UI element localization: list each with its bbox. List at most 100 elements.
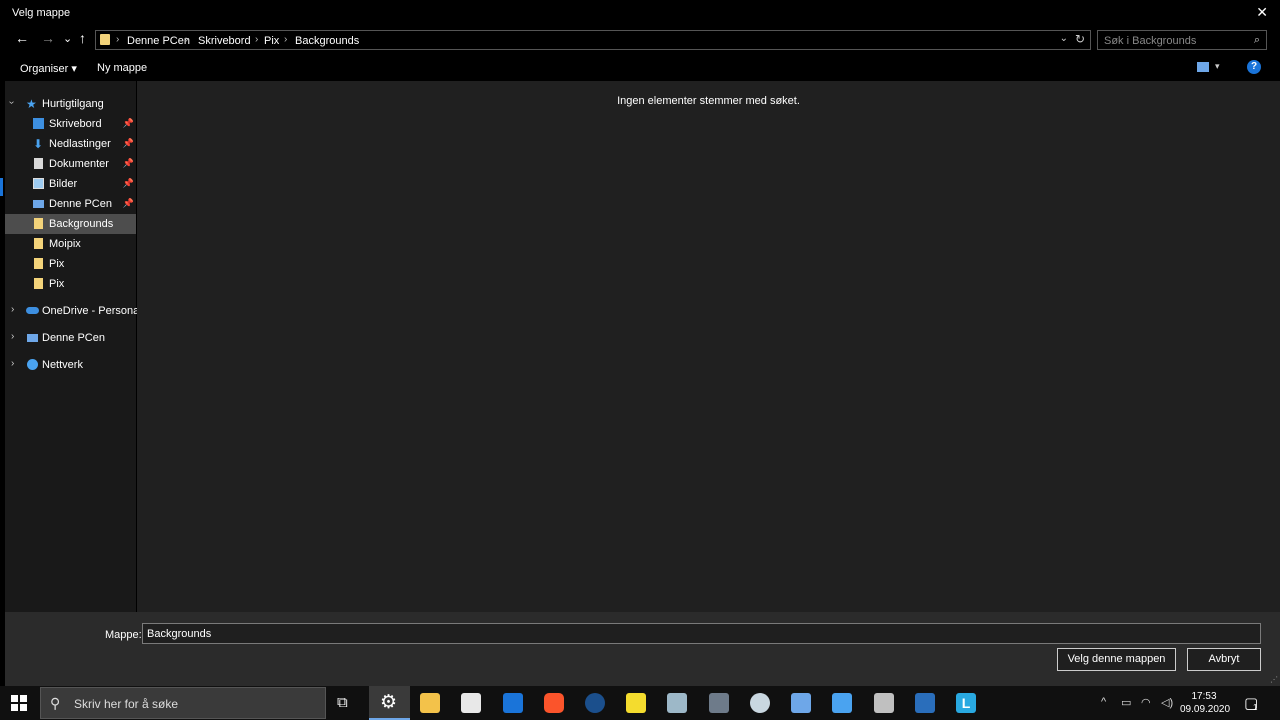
- sidebar-item-label: Skrivebord: [49, 118, 102, 130]
- sidebar-item-hurtigtilgang[interactable]: › ★ Hurtigtilgang: [5, 94, 136, 114]
- sidebar-item-pix[interactable]: Pix: [5, 274, 136, 294]
- empty-message: Ingen elementer stemmer med søket.: [617, 95, 800, 107]
- brave-browser-icon[interactable]: [544, 693, 564, 713]
- computer-icon[interactable]: [791, 693, 811, 713]
- folder-name-value: Backgrounds: [147, 628, 212, 640]
- address-bar[interactable]: › Denne PCen › Skrivebord › Pix › Backgr…: [95, 30, 1091, 50]
- title-bar: Velg mappe ✕: [0, 0, 1280, 26]
- windows-start-icon[interactable]: [11, 695, 27, 711]
- close-icon[interactable]: ✕: [1256, 4, 1268, 21]
- search-input[interactable]: Søk i Backgrounds ⌕: [1097, 30, 1267, 50]
- scroll-indicator: [0, 178, 3, 196]
- wifi-icon[interactable]: ◠: [1141, 696, 1151, 709]
- select-folder-button[interactable]: Velg denne mappen: [1057, 648, 1176, 671]
- chevron-up-icon[interactable]: ^: [1101, 696, 1106, 708]
- mail-icon[interactable]: [503, 693, 523, 713]
- cancel-button[interactable]: Avbryt: [1187, 648, 1261, 671]
- refresh-icon[interactable]: ↻: [1075, 32, 1085, 46]
- pin-icon[interactable]: 📌: [123, 138, 134, 149]
- pin-icon[interactable]: 📌: [123, 118, 134, 129]
- back-icon[interactable]: ←: [15, 30, 29, 46]
- search-icon[interactable]: ⌕: [1254, 34, 1260, 47]
- breadcrumb-denne-pcen[interactable]: Denne PCen: [127, 35, 190, 47]
- sidebar-item-label: Moipix: [49, 238, 81, 250]
- folder-icon: [34, 238, 43, 249]
- folder-icon: [34, 278, 43, 289]
- navigation-pane: › ★ Hurtigtilgang Skrivebord 📌 ⬇ Nedlast…: [5, 81, 142, 612]
- up-icon[interactable]: ↑: [79, 30, 86, 46]
- sidebar-item-dokumenter[interactable]: Dokumenter 📌: [5, 154, 136, 174]
- chevron-right-icon[interactable]: ›: [11, 331, 14, 342]
- command-bar: Organiser ▾ Ny mappe ▾ ?: [0, 56, 1280, 80]
- download-icon: ⬇: [33, 137, 44, 151]
- volume-icon[interactable]: ◁): [1161, 696, 1173, 709]
- folder-name-input[interactable]: Backgrounds: [142, 623, 1261, 644]
- app-icon[interactable]: [874, 693, 894, 713]
- folder-picker-dialog: Velg mappe ✕ ← → ⌄ ↑ › Denne PCen › Skri…: [0, 0, 1280, 686]
- sidebar-item-label: Pix: [49, 278, 65, 290]
- view-options-icon[interactable]: [1197, 62, 1209, 72]
- app-icon[interactable]: [832, 693, 852, 713]
- search-placeholder: Søk i Backgrounds: [1104, 35, 1197, 47]
- sidebar-item-label: Pix: [49, 258, 65, 270]
- recent-locations-icon[interactable]: ⌄: [63, 32, 72, 45]
- chevron-down-icon[interactable]: ⌄: [1060, 33, 1068, 44]
- sidebar-item-denne-pcen[interactable]: › Denne PCen: [5, 328, 136, 348]
- network-icon: [27, 359, 38, 370]
- clock-date: 09.09.2020: [1180, 704, 1231, 715]
- pin-icon[interactable]: 📌: [123, 158, 134, 169]
- sidebar-item-moipix[interactable]: Moipix: [5, 234, 136, 254]
- resize-grip-icon[interactable]: ⋰: [1270, 675, 1278, 684]
- new-folder-button[interactable]: Ny mappe: [97, 62, 147, 74]
- calculator-icon[interactable]: [709, 693, 729, 713]
- app-icon[interactable]: [667, 693, 687, 713]
- forward-icon[interactable]: →: [41, 30, 55, 46]
- sidebar-item-bilder[interactable]: Bilder 📌: [5, 174, 136, 194]
- taskbar-settings[interactable]: ⚙: [369, 686, 410, 720]
- breadcrumb-pix[interactable]: Pix: [264, 35, 279, 47]
- chevron-down-icon[interactable]: ▾: [1215, 61, 1220, 72]
- file-explorer-icon[interactable]: [420, 693, 440, 713]
- app-icon[interactable]: L: [956, 693, 976, 713]
- sidebar-item-nedlastinger[interactable]: ⬇ Nedlastinger 📌: [5, 134, 136, 154]
- taskbar-search-input[interactable]: ⚲ Skriv her for å søke: [40, 687, 326, 719]
- sidebar-item-label: Denne PCen: [42, 332, 105, 344]
- sidebar-item-onedrive[interactable]: › OneDrive - Personal: [5, 301, 142, 321]
- sidebar-item-nettverk[interactable]: › Nettverk: [5, 355, 136, 375]
- navigation-bar: ← → ⌄ ↑ › Denne PCen › Skrivebord › Pix …: [0, 27, 1280, 51]
- chevron-right-icon[interactable]: ›: [11, 304, 14, 315]
- breadcrumb-skrivebord[interactable]: Skrivebord: [198, 35, 251, 47]
- clock[interactable]: 17:53 09.09.2020: [1180, 690, 1231, 716]
- sidebar-item-label: Dokumenter: [49, 158, 109, 170]
- clock-time: 17:53: [1191, 691, 1217, 702]
- window-title: Velg mappe: [12, 7, 71, 19]
- pictures-icon: [33, 178, 44, 189]
- battery-icon[interactable]: ▭: [1121, 696, 1131, 709]
- pin-icon[interactable]: 📌: [123, 178, 134, 189]
- sidebar-item-label: Denne PCen: [49, 198, 112, 210]
- folder-icon: [100, 34, 110, 45]
- sidebar-item-denne-pcen-quick[interactable]: Denne PCen 📌: [5, 194, 136, 214]
- file-list-area[interactable]: Ingen elementer stemmer med søket.: [137, 81, 1280, 612]
- sidebar-item-label: Nedlastinger: [49, 138, 111, 150]
- computer-icon: [33, 200, 44, 208]
- breadcrumb-backgrounds[interactable]: Backgrounds: [295, 35, 359, 47]
- app-icon[interactable]: [750, 693, 770, 713]
- gear-icon: ⚙: [380, 692, 398, 713]
- steam-icon[interactable]: [585, 693, 605, 713]
- task-view-icon[interactable]: ⧉: [337, 694, 357, 714]
- help-icon[interactable]: ?: [1247, 60, 1261, 74]
- sidebar-item-skrivebord[interactable]: Skrivebord 📌: [5, 114, 136, 134]
- pin-icon[interactable]: 📌: [123, 198, 134, 209]
- chevron-down-icon[interactable]: ›: [6, 101, 17, 104]
- sidebar-item-label: Hurtigtilgang: [42, 98, 104, 110]
- app-icon[interactable]: [915, 693, 935, 713]
- chevron-right-icon: ›: [284, 34, 288, 45]
- sticky-notes-icon[interactable]: [626, 693, 646, 713]
- chevron-right-icon[interactable]: ›: [11, 358, 14, 369]
- sidebar-item-pix[interactable]: Pix: [5, 254, 136, 274]
- store-icon[interactable]: [461, 693, 481, 713]
- sidebar-item-label: Backgrounds: [49, 218, 114, 230]
- organize-button[interactable]: Organiser ▾: [20, 62, 77, 75]
- sidebar-item-backgrounds[interactable]: Backgrounds: [5, 214, 136, 234]
